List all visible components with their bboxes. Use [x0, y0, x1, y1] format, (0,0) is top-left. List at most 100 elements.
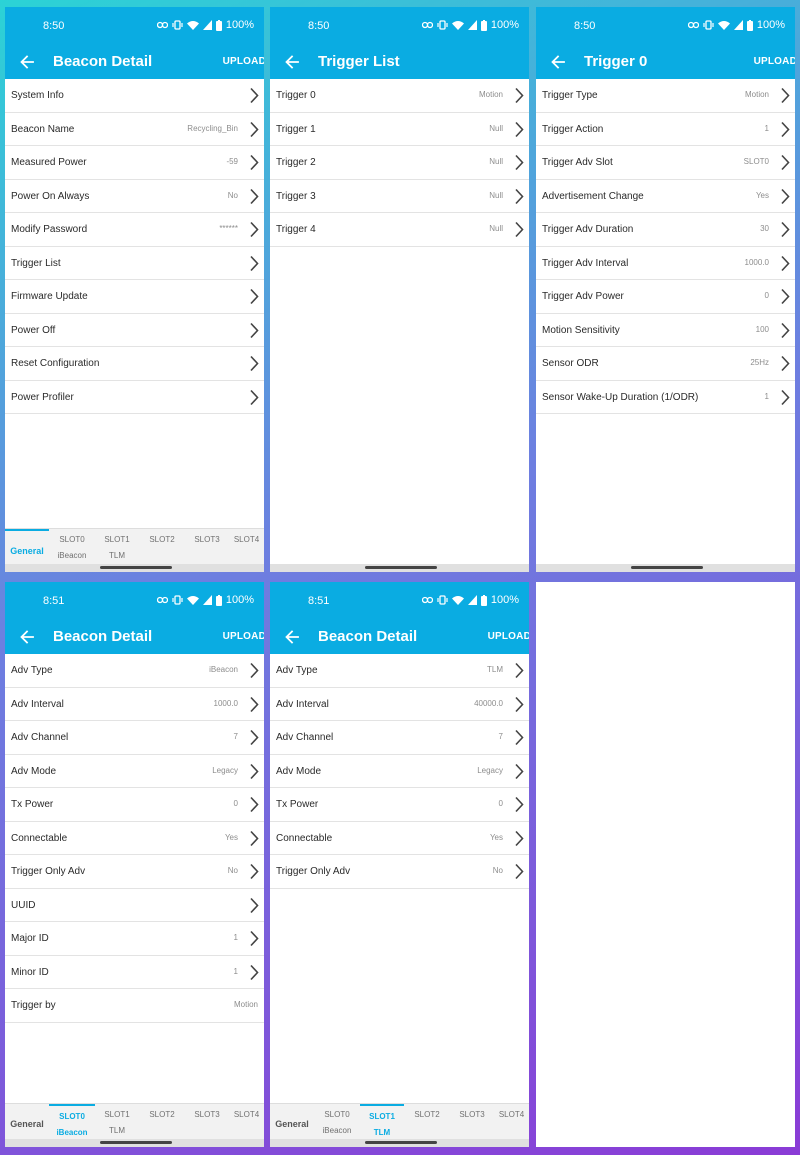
tab-sublabel: iBeacon	[57, 551, 87, 560]
home-indicator	[365, 566, 437, 569]
tab-label: SLOT1	[104, 535, 130, 544]
list-item-value: Null	[489, 157, 503, 166]
list-item[interactable]: Trigger Action 1	[536, 113, 795, 146]
tab-general[interactable]: General	[270, 1104, 314, 1140]
battery-icon	[746, 19, 753, 31]
list-item[interactable]: Sensor Wake-Up Duration (1/ODR) 1	[536, 381, 795, 414]
list-item[interactable]: Adv Channel 7	[5, 721, 264, 755]
list-item[interactable]: Trigger Adv Power 0	[536, 280, 795, 314]
tab-slot4[interactable]: SLOT4	[229, 1104, 264, 1140]
list-item[interactable]: Tx Power 0	[270, 788, 529, 822]
list-item[interactable]: Tx Power 0	[5, 788, 264, 822]
list-item[interactable]: Adv Mode Legacy	[270, 755, 529, 788]
list-item[interactable]: Minor ID 1	[5, 956, 264, 989]
chevron-right-icon	[250, 255, 259, 271]
upload-button[interactable]: UPLOAD	[223, 56, 264, 67]
list-item[interactable]: Modify Password ******	[5, 213, 264, 247]
list-item[interactable]: Trigger Only Adv No	[5, 855, 264, 889]
tab-slot0[interactable]: SLOT0 iBeacon	[49, 1104, 95, 1140]
back-button[interactable]	[282, 52, 302, 72]
tab-slot1[interactable]: SLOT1 TLM	[360, 1104, 404, 1140]
slot-tab-bar: General SLOT0 iBeacon SLOT1 TLM SLOT2 SLOT3 SLO…	[5, 528, 264, 564]
link-icon	[421, 21, 433, 29]
list-item[interactable]: Sensor ODR 25Hz	[536, 347, 795, 381]
chevron-right-icon	[780, 355, 790, 372]
list-item-value: -59	[226, 157, 238, 166]
tab-general[interactable]: General	[5, 1104, 49, 1140]
list-item[interactable]: Trigger 1 Null	[270, 113, 529, 146]
list-item[interactable]: Trigger Adv Slot SLOT0	[536, 146, 795, 180]
list-item[interactable]: Adv Type TLM	[270, 654, 529, 688]
list-item-value: 0	[498, 799, 503, 808]
tab-slot0[interactable]: SLOT0 iBeacon	[314, 1104, 360, 1140]
tab-general[interactable]: General	[5, 529, 49, 565]
tab-label: General	[275, 1119, 309, 1129]
list-item-value: iBeacon	[209, 665, 238, 674]
chevron-right-icon	[780, 121, 790, 138]
list-item[interactable]: Firmware Update	[5, 280, 264, 314]
status-bar: 8:50 100%	[5, 7, 264, 45]
tab-slot1[interactable]: SLOT1 TLM	[95, 529, 139, 565]
upload-button[interactable]: UPLOAD	[223, 631, 264, 642]
list-item-label: Sensor Wake-Up Duration (1/ODR)	[542, 391, 699, 403]
upload-button[interactable]: UPLOAD	[488, 631, 529, 642]
list-item[interactable]: Major ID 1	[5, 922, 264, 956]
list-item[interactable]: Adv Interval 1000.0	[5, 688, 264, 721]
list-item[interactable]: Advertisement Change Yes	[536, 180, 795, 213]
status-icons: 100%	[156, 19, 254, 31]
list-item[interactable]: Adv Channel 7	[270, 721, 529, 755]
list-item[interactable]: Power Profiler	[5, 381, 264, 414]
list-item[interactable]: Power Off	[5, 314, 264, 347]
list-item[interactable]: Power On Always No	[5, 180, 264, 213]
phone-screen: 8:50 100% Beacon Detail UPLOAD System Info Be…	[5, 7, 264, 572]
page-title: Trigger 0	[584, 53, 648, 70]
list-item[interactable]: System Info	[5, 79, 264, 113]
list-item[interactable]: Trigger Adv Duration 30	[536, 213, 795, 247]
list-item[interactable]: Trigger Type Motion	[536, 79, 795, 113]
list-item[interactable]: Connectable Yes	[270, 822, 529, 855]
list-item[interactable]: Adv Interval 40000.0	[270, 688, 529, 721]
tab-slot0[interactable]: SLOT0 iBeacon	[49, 529, 95, 565]
list-item[interactable]: Adv Type iBeacon	[5, 654, 264, 688]
phone-screen: 8:51 100% Beacon Detail UPLOAD Adv Type TLM Ad…	[270, 582, 529, 1147]
back-button[interactable]	[282, 627, 302, 647]
list-item[interactable]: Beacon Name Recycling_Bin	[5, 113, 264, 146]
chevron-right-icon	[514, 863, 524, 880]
back-button[interactable]	[17, 627, 37, 647]
back-button[interactable]	[17, 52, 37, 72]
list-item[interactable]: Measured Power -59	[5, 146, 264, 180]
tab-slot2[interactable]: SLOT2	[139, 529, 185, 565]
vibrate-icon	[172, 20, 183, 30]
list-item-label: Trigger 1	[276, 123, 316, 135]
chevron-right-icon	[781, 288, 790, 305]
list-item[interactable]: UUID	[5, 889, 264, 922]
tab-slot1[interactable]: SLOT1 TLM	[95, 1104, 139, 1140]
list-item[interactable]: Connectable Yes	[5, 822, 264, 855]
list-item[interactable]: Motion Sensitivity 100	[536, 314, 795, 347]
back-button[interactable]	[548, 52, 568, 72]
list-item[interactable]: Adv Mode Legacy	[5, 755, 264, 788]
list-item[interactable]: Trigger Adv Interval 1000.0	[536, 247, 795, 280]
list-item[interactable]: Trigger List	[5, 247, 264, 280]
tab-slot3[interactable]: SLOT3	[185, 1104, 229, 1140]
wifi-icon	[717, 21, 730, 30]
list-item[interactable]: Trigger Only Adv No	[270, 855, 529, 889]
tab-slot2[interactable]: SLOT2	[404, 1104, 450, 1140]
page-title: Beacon Detail	[318, 628, 418, 645]
list-item-label: Adv Interval	[11, 698, 64, 710]
list-item[interactable]: Trigger by Motion	[5, 989, 264, 1023]
tab-slot4[interactable]: SLOT4	[229, 529, 264, 565]
tab-slot4[interactable]: SLOT4	[494, 1104, 529, 1140]
tab-slot3[interactable]: SLOT3	[450, 1104, 494, 1140]
tab-slot3[interactable]: SLOT3	[185, 529, 229, 565]
list-item[interactable]: Reset Configuration	[5, 347, 264, 381]
chevron-right-icon	[250, 930, 259, 947]
list-item[interactable]: Trigger 0 Motion	[270, 79, 529, 113]
list-item-value: 40000.0	[474, 698, 503, 708]
tab-slot2[interactable]: SLOT2	[139, 1104, 185, 1140]
list-item[interactable]: Trigger 4 Null	[270, 213, 529, 247]
upload-button[interactable]: UPLOAD	[754, 56, 795, 67]
list-item[interactable]: Trigger 3 Null	[270, 180, 529, 213]
chevron-right-icon	[781, 188, 790, 204]
list-item[interactable]: Trigger 2 Null	[270, 146, 529, 180]
